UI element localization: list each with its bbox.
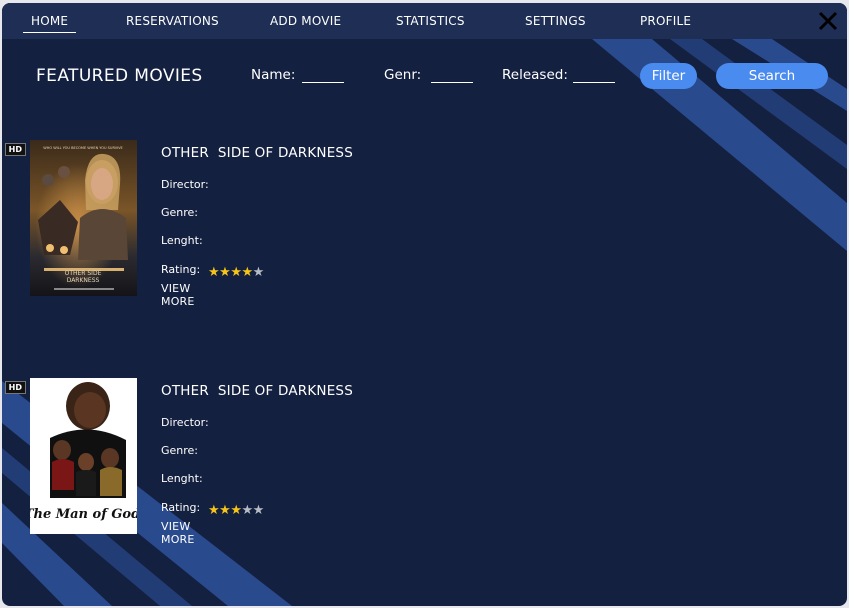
movie-title: OTHER SIDE OF DARKNESS (161, 383, 353, 399)
star-empty-icon: ★ (252, 503, 265, 518)
svg-text:The Man of God: The Man of God (30, 507, 137, 522)
name-input[interactable] (302, 65, 344, 83)
view-more-link[interactable]: VIEW MORE (161, 282, 195, 308)
star-filled-icon: ★ (241, 265, 253, 280)
rating-label: Rating: (161, 263, 201, 276)
nav-statistics[interactable]: STATISTICS (396, 14, 465, 28)
star-filled-icon: ★ (208, 265, 220, 280)
rating-label: Rating: (161, 501, 201, 514)
nav-settings[interactable]: SETTINGS (525, 14, 586, 28)
filter-button[interactable]: Filter (640, 63, 697, 89)
star-filled-icon: ★ (208, 503, 220, 518)
nav-home[interactable]: HOME (22, 14, 77, 33)
view-more-link[interactable]: VIEW MORE (161, 520, 195, 546)
star-filled-icon: ★ (219, 265, 231, 280)
released-input[interactable] (573, 65, 615, 83)
hd-badge: HD (4, 381, 26, 394)
star-filled-icon: ★ (230, 265, 242, 280)
search-button[interactable]: Search (716, 63, 828, 89)
svg-text:DARKNESS: DARKNESS (67, 277, 100, 284)
genre-input[interactable] (431, 65, 473, 83)
released-label: Released: (502, 67, 568, 83)
length-label: Lenght: (161, 234, 203, 247)
genre-label: Genre: (161, 206, 199, 219)
nav-profile[interactable]: PROFILE (640, 14, 691, 28)
nav-add-movie[interactable]: ADD MOVIE (270, 14, 341, 28)
svg-text:WHO WILL YOU BECOME WHEN YOU S: WHO WILL YOU BECOME WHEN YOU SURVIVE (43, 146, 122, 150)
close-icon[interactable] (817, 10, 839, 32)
star-empty-icon: ★ (241, 503, 253, 518)
director-label: Director: (161, 178, 209, 191)
movie-poster-image[interactable]: OTHER SIDE DARKNESS WHO WILL YOU BECOME … (30, 140, 137, 296)
movie-poster-image[interactable]: The Man of God (30, 378, 137, 534)
nav-reservations[interactable]: RESERVATIONS (126, 14, 219, 28)
top-nav: HOME RESERVATIONS ADD MOVIE STATISTICS S… (2, 3, 847, 39)
star-empty-icon: ★ (252, 265, 265, 280)
page-title: FEATURED MOVIES (36, 66, 203, 86)
hd-badge: HD (4, 143, 26, 156)
star-filled-icon: ★ (219, 503, 231, 518)
rating-stars: ★★★★★ (208, 499, 264, 518)
rating-stars: ★★★★★ (208, 261, 264, 280)
app-window: HOME RESERVATIONS ADD MOVIE STATISTICS S… (2, 3, 847, 606)
genre-label: Genr: (384, 67, 422, 83)
name-label: Name: (251, 67, 296, 83)
star-filled-icon: ★ (230, 503, 242, 518)
director-label: Director: (161, 416, 209, 429)
length-label: Lenght: (161, 472, 203, 485)
svg-text:OTHER SIDE: OTHER SIDE (65, 270, 102, 277)
genre-label: Genre: (161, 444, 199, 457)
movie-title: OTHER SIDE OF DARKNESS (161, 145, 353, 161)
